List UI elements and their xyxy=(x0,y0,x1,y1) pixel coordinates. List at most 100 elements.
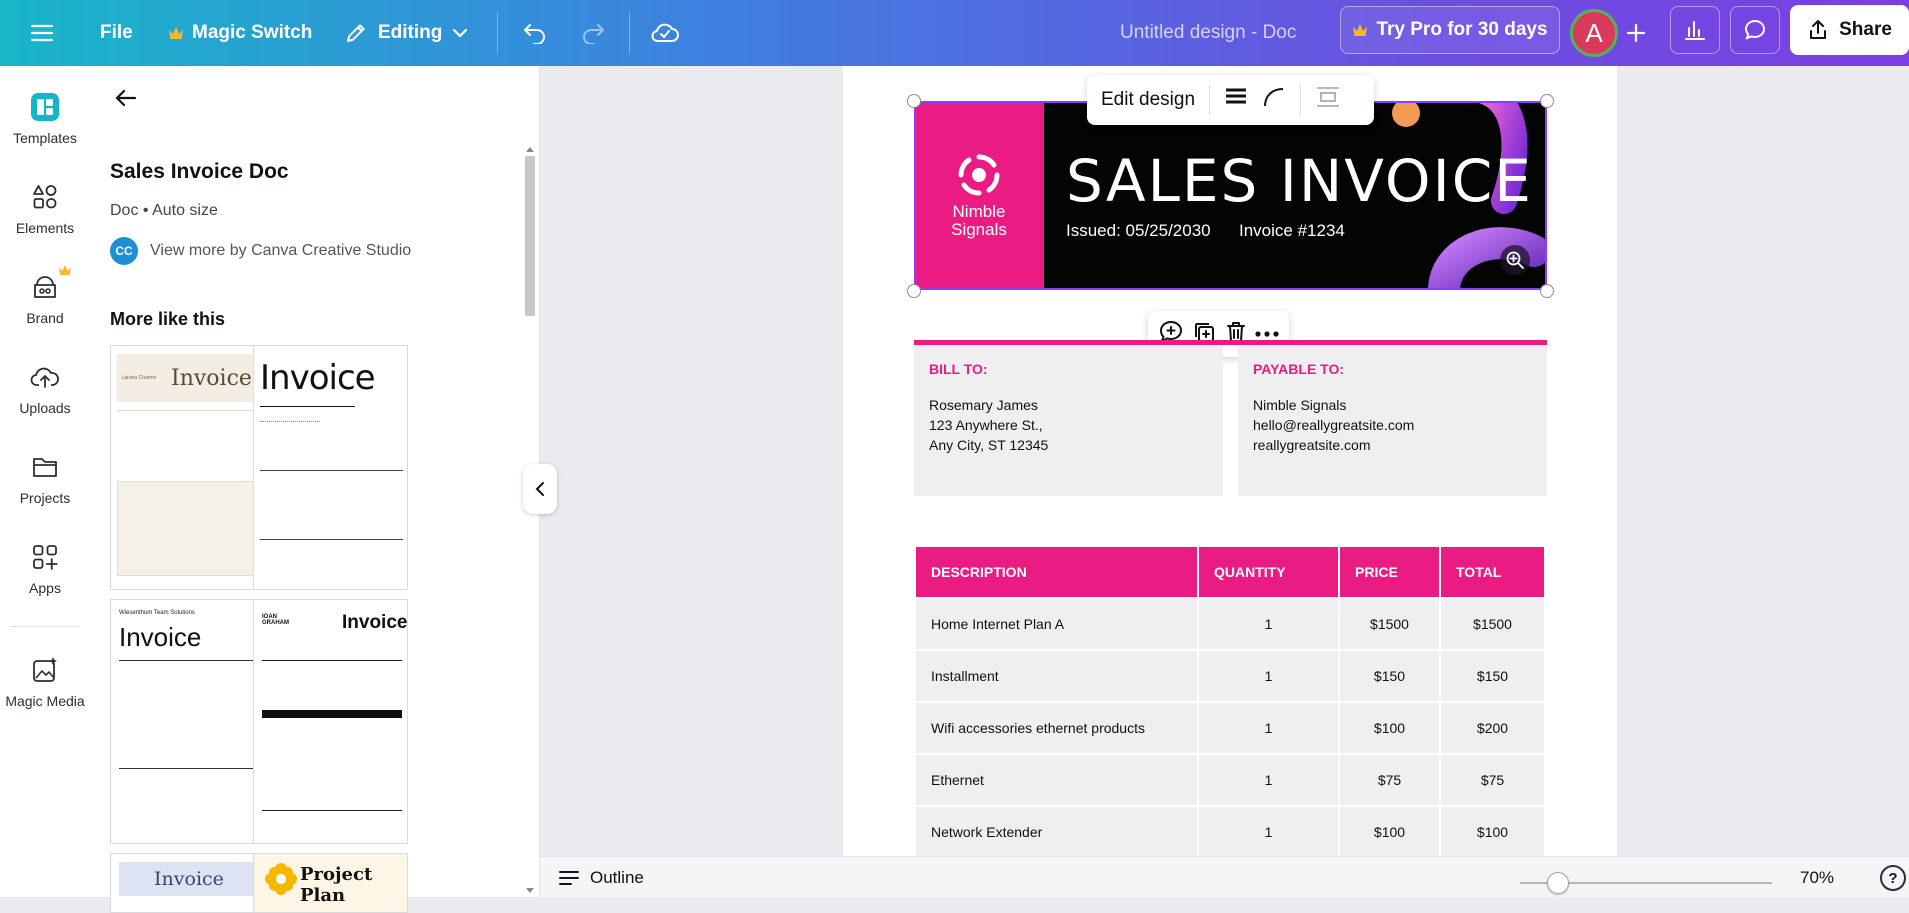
chevron-left-icon xyxy=(535,482,544,496)
payable-to-line: hello@reallygreatsite.com xyxy=(1253,417,1415,433)
resize-handle[interactable] xyxy=(1540,284,1554,298)
rail-item-brand[interactable]: Brand xyxy=(0,264,90,326)
divider xyxy=(497,12,498,54)
outline-button[interactable]: Outline xyxy=(590,868,644,888)
scroll-up-icon[interactable] xyxy=(526,146,534,152)
table-cell: Installment xyxy=(916,651,1197,701)
zoom-slider-handle[interactable] xyxy=(1546,872,1569,894)
template-thumbnail[interactable]: Wiesenthum Team Solutions Invoice xyxy=(110,599,265,844)
rail-item-elements[interactable]: Elements xyxy=(0,180,90,236)
rail-label-elements: Elements xyxy=(15,220,75,236)
insights-icon[interactable] xyxy=(1670,6,1720,54)
edit-design-button[interactable]: Edit design xyxy=(1101,89,1195,111)
thumb-title: Invoice xyxy=(260,358,376,398)
thumb-title: Invoice xyxy=(171,365,252,391)
rail-item-templates[interactable]: Templates xyxy=(0,90,90,146)
rail-item-projects[interactable]: Projects xyxy=(0,450,90,506)
creator-link[interactable]: View more by Canva Creative Studio xyxy=(150,242,411,260)
divider xyxy=(1209,85,1211,115)
table-cell: Network Extender xyxy=(916,807,1197,857)
column-header: DESCRIPTION xyxy=(916,547,1197,597)
payable-to-heading: PAYABLE TO: xyxy=(1253,361,1345,377)
corner-rounding-icon[interactable] xyxy=(1262,86,1286,114)
file-menu[interactable]: File xyxy=(100,0,133,66)
editing-label: Editing xyxy=(378,22,443,43)
creator-avatar[interactable]: CC xyxy=(110,237,138,265)
crown-icon xyxy=(1353,24,1368,36)
template-title: Sales Invoice Doc xyxy=(110,160,289,183)
resize-handle[interactable] xyxy=(1540,94,1554,108)
bill-to-line: Any City, ST 12345 xyxy=(929,437,1049,453)
resize-handle[interactable] xyxy=(907,94,921,108)
rail-label-projects: Projects xyxy=(19,490,71,506)
rail-label-magic-media: Magic Media xyxy=(5,693,85,709)
divider xyxy=(629,12,630,54)
table-row[interactable]: Network Extender 1 $100 $100 xyxy=(916,807,1546,859)
add-collaborator-icon[interactable] xyxy=(1625,0,1647,66)
scroll-down-icon[interactable] xyxy=(526,888,534,894)
payable-to-box[interactable]: PAYABLE TO: Nimble Signals hello@reallyg… xyxy=(1238,345,1547,496)
comment-icon[interactable] xyxy=(1730,6,1780,54)
left-rail: Templates Elements Brand Uploads Project… xyxy=(0,66,90,897)
undo-icon[interactable] xyxy=(522,0,548,66)
magic-switch-label: Magic Switch xyxy=(192,22,313,43)
divider xyxy=(1300,85,1302,115)
table-cell: $75 xyxy=(1340,755,1439,805)
collapse-panel-button[interactable] xyxy=(523,464,557,514)
zoom-level[interactable]: 70% xyxy=(1800,868,1834,888)
pencil-icon xyxy=(347,24,365,42)
table-cell: 1 xyxy=(1199,599,1338,649)
table-cell: $200 xyxy=(1441,703,1544,753)
help-button[interactable]: ? xyxy=(1880,865,1906,891)
thumb-title: Invoice xyxy=(342,612,408,633)
thumb-title: Project Plan xyxy=(300,864,373,906)
rail-item-magic-media[interactable]: Magic Media xyxy=(0,653,90,709)
template-thumbnail[interactable]: Invoice xyxy=(110,853,265,913)
scroll-thumb[interactable] xyxy=(525,156,535,316)
more-like-this-heading: More like this xyxy=(110,309,226,329)
resize-handle[interactable] xyxy=(907,284,921,298)
position-icon[interactable] xyxy=(1315,86,1341,114)
rail-item-uploads[interactable]: Uploads xyxy=(0,360,90,416)
crown-icon xyxy=(59,264,71,276)
chevron-down-icon xyxy=(453,28,468,38)
panel-scrollbar[interactable] xyxy=(522,142,538,897)
template-thumbnail[interactable]: Larana Charme Invoice xyxy=(110,345,265,590)
table-cell: $100 xyxy=(1340,703,1439,753)
table-cell: $1500 xyxy=(1340,599,1439,649)
table-row[interactable]: Installment 1 $150 $150 xyxy=(916,651,1546,703)
payable-to-line: Nimble Signals xyxy=(1253,397,1347,413)
menu-icon[interactable] xyxy=(30,0,54,66)
apps-icon xyxy=(28,540,62,574)
share-label: Share xyxy=(1839,19,1892,40)
table-row[interactable]: Ethernet 1 $75 $75 xyxy=(916,755,1546,807)
line-items-table[interactable]: DESCRIPTION QUANTITY PRICE TOTAL Home In… xyxy=(916,547,1546,859)
table-row[interactable]: Home Internet Plan A 1 $1500 $1500 xyxy=(916,599,1546,651)
magic-switch-button[interactable]: Magic Switch xyxy=(168,0,312,66)
redo-icon[interactable] xyxy=(580,0,606,66)
template-thumbnail[interactable]: Invoice xyxy=(253,345,408,590)
upload-share-icon xyxy=(1810,20,1827,39)
thumb-brand: Wiesenthum Team Solutions xyxy=(119,610,195,616)
table-cell: 1 xyxy=(1199,807,1338,857)
table-row[interactable]: Wifi accessories ethernet products 1 $10… xyxy=(916,703,1546,755)
border-style-icon[interactable] xyxy=(1224,86,1248,114)
try-pro-button[interactable]: Try Pro for 30 days xyxy=(1340,6,1560,54)
rail-item-apps[interactable]: Apps xyxy=(0,540,90,596)
table-cell: 1 xyxy=(1199,651,1338,701)
editing-mode-dropdown[interactable]: Editing xyxy=(344,0,468,66)
design-title[interactable]: Untitled design - Doc xyxy=(1120,0,1296,66)
template-thumbnail[interactable]: IOAN GRAHAM Invoice xyxy=(253,599,408,844)
back-arrow-icon[interactable] xyxy=(114,88,138,113)
outline-icon[interactable] xyxy=(558,869,580,892)
share-button[interactable]: Share xyxy=(1790,5,1909,55)
template-thumbnail[interactable]: Project Plan xyxy=(253,853,408,913)
uploads-icon xyxy=(28,360,62,394)
cloud-saved-icon[interactable] xyxy=(650,0,680,66)
crown-icon xyxy=(169,27,183,39)
bill-to-box[interactable]: BILL TO: Rosemary James 123 Anywhere St.… xyxy=(914,345,1223,496)
rail-divider xyxy=(10,626,80,627)
thumb-brand: IOAN GRAHAM xyxy=(262,614,289,626)
avatar[interactable]: A xyxy=(1570,9,1618,57)
table-cell: Ethernet xyxy=(916,755,1197,805)
